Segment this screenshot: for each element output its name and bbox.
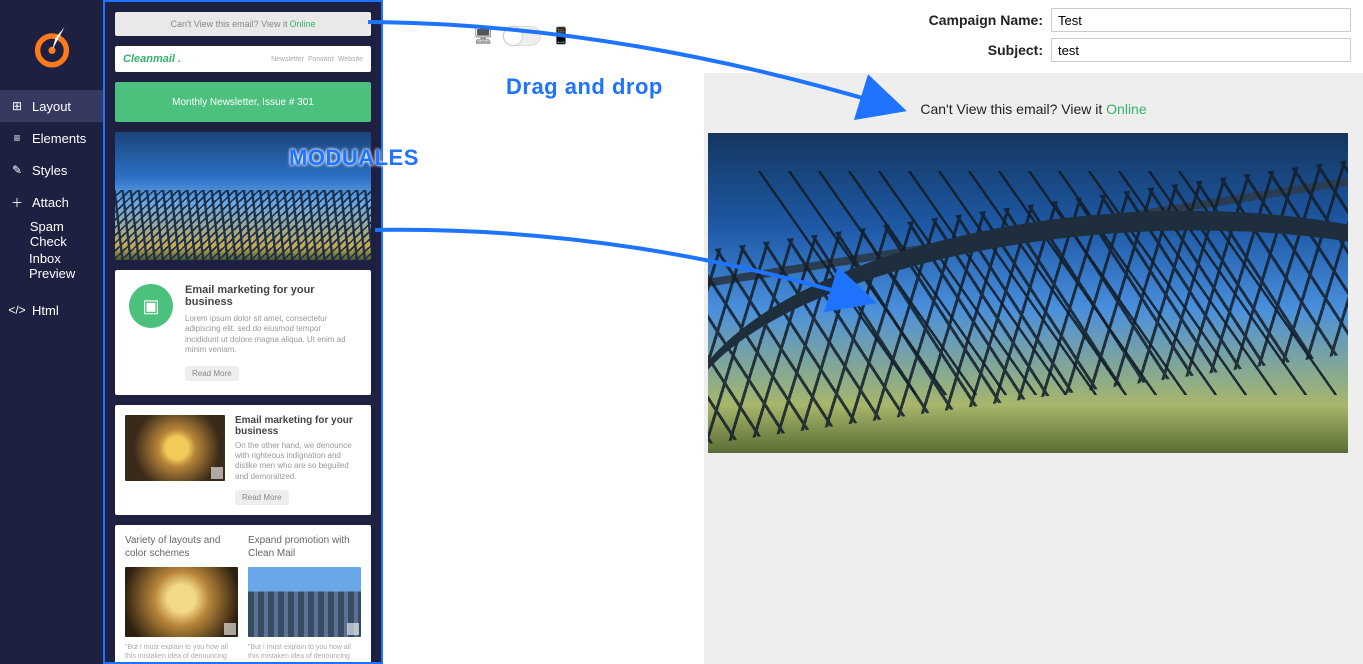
col-title: Expand promotion with Clean Mail <box>248 535 361 561</box>
rail-label: Attach <box>32 195 69 210</box>
module-image-text[interactable]: Email marketing for your business On the… <box>115 405 371 516</box>
online-link[interactable]: Online <box>1106 101 1146 117</box>
read-more-button[interactable]: Read More <box>235 490 289 505</box>
thumb-station <box>125 567 238 637</box>
module-hero-image[interactable] <box>115 132 371 260</box>
preview-switch[interactable] <box>503 26 541 46</box>
rail-label: Spam Check <box>30 219 93 249</box>
code-icon: </> <box>10 303 24 317</box>
device-toggle: 🖥 📱 <box>473 26 571 46</box>
rail-html[interactable]: </> Html <box>0 294 103 326</box>
brand-text: Cleanmail . <box>123 53 181 65</box>
thumb-tunnel <box>125 415 225 481</box>
brush-icon: ✎ <box>10 163 24 177</box>
app-logo <box>0 0 103 90</box>
campaign-name-label: Campaign Name: <box>913 12 1043 28</box>
card-title: Email marketing for your business <box>185 284 357 308</box>
rail-label: Inbox Preview <box>29 251 93 281</box>
card-title: Email marketing for your business <box>235 415 361 437</box>
sidebar-rail: ⊞ Layout ≡ Elements ✎ Styles ＋ Attach Spam C… <box>0 0 103 664</box>
subject-input[interactable] <box>1051 38 1351 62</box>
campaign-name-input[interactable] <box>1051 8 1351 32</box>
read-more-button[interactable]: Read More <box>185 366 239 381</box>
rail-layout[interactable]: ⊞ Layout <box>0 90 103 122</box>
preview-hero-image[interactable] <box>708 133 1348 453</box>
module-header-brand[interactable]: Cleanmail . NewsletterForwardWebsite <box>115 46 371 72</box>
module-feature-card[interactable]: ▣ Email marketing for your business Lore… <box>115 270 371 395</box>
rail-label: Layout <box>32 99 71 114</box>
rail-spam-check[interactable]: Spam Check <box>0 218 103 250</box>
thumb-buildings <box>248 567 361 637</box>
card-body: Lorem ipsum dolor sit amet, consectetur … <box>185 314 357 356</box>
rail-label: Styles <box>32 163 67 178</box>
card-body: On the other hand, we denounce with righ… <box>235 441 361 483</box>
rail-label: Html <box>32 303 59 318</box>
desktop-icon[interactable]: 🖥 <box>473 26 493 46</box>
rail-styles[interactable]: ✎ Styles <box>0 154 103 186</box>
list-icon: ≡ <box>10 131 24 145</box>
rail-label: Elements <box>32 131 86 146</box>
col-title: Variety of layouts and color schemes <box>125 535 238 561</box>
subject-label: Subject: <box>913 42 1043 58</box>
rail-attach[interactable]: ＋ Attach <box>0 186 103 218</box>
col-body: "But I must explain to you how all this … <box>125 643 238 664</box>
briefcase-icon: ▣ <box>129 284 173 328</box>
module-title-bar[interactable]: Monthly Newsletter, Issue # 301 <box>115 82 371 122</box>
plus-icon: ＋ <box>10 194 24 211</box>
module-two-column[interactable]: Variety of layouts and color schemes "Bu… <box>115 525 371 664</box>
preview-area[interactable]: Can't View this email? View it Online <box>704 73 1363 664</box>
canvas-area: 🖥 📱 Campaign Name: Subject: Can't View t… <box>383 0 1363 664</box>
top-bar: 🖥 📱 Campaign Name: Subject: <box>383 0 1363 68</box>
mobile-icon[interactable]: 📱 <box>551 26 571 46</box>
preview-view-online: Can't View this email? View it Online <box>704 73 1363 133</box>
rail-inbox-preview[interactable]: Inbox Preview <box>0 250 103 282</box>
rail-elements[interactable]: ≡ Elements <box>0 122 103 154</box>
module-view-online[interactable]: Can't View this email? View it Online <box>115 12 371 36</box>
grid-icon: ⊞ <box>10 99 24 113</box>
col-body: "But I must explain to you how all this … <box>248 643 361 664</box>
module-panel: Can't View this email? View it Online Cl… <box>103 0 383 664</box>
